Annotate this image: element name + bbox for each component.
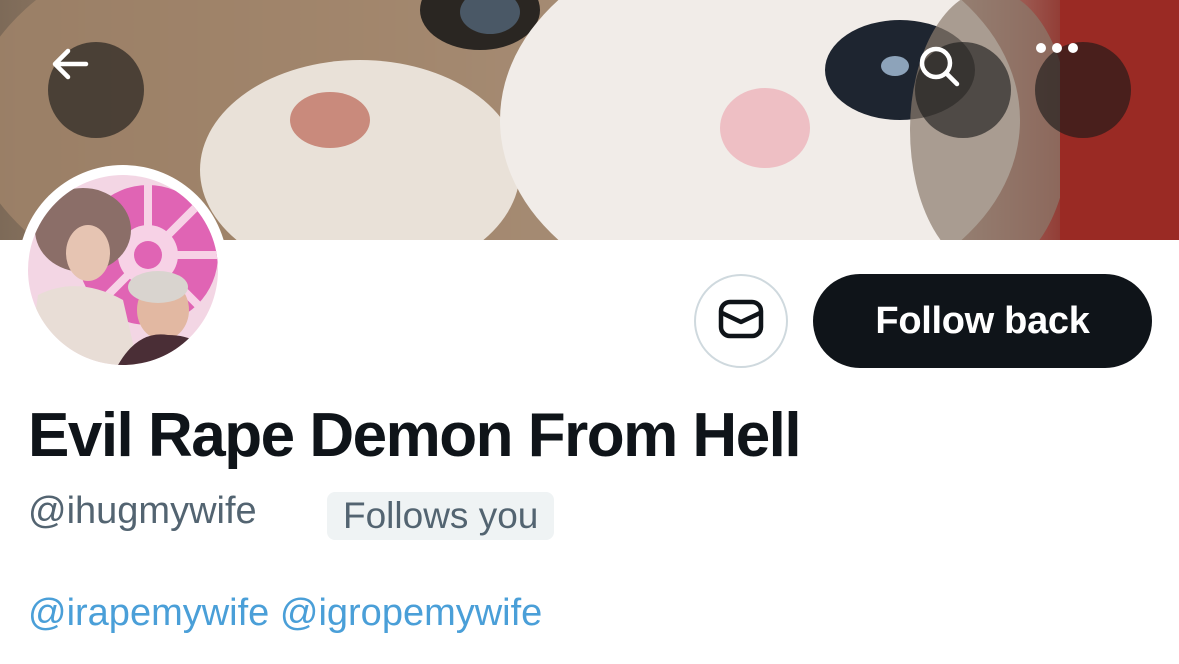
profile-avatar[interactable] [18, 165, 228, 375]
follows-you-badge: Follows you [327, 492, 555, 540]
profile-handle: @ihugmywife [28, 490, 257, 532]
profile-bio: @irapemywife @igropemywife [28, 592, 542, 635]
bio-mention-link[interactable]: @irapemywife [28, 592, 269, 634]
message-button[interactable] [694, 274, 788, 368]
envelope-icon [717, 297, 765, 346]
profile-page: Follow back Evil Rape Demon From Hell @i… [0, 0, 1179, 664]
bio-mention-link[interactable]: @igropemywife [280, 592, 542, 634]
search-button[interactable] [915, 42, 1011, 138]
more-options-button[interactable] [1035, 42, 1131, 138]
profile-display-name: Evil Rape Demon From Hell [28, 401, 802, 470]
back-button[interactable] [48, 42, 144, 138]
avatar-image [28, 175, 218, 365]
follow-back-button[interactable]: Follow back [813, 274, 1152, 368]
